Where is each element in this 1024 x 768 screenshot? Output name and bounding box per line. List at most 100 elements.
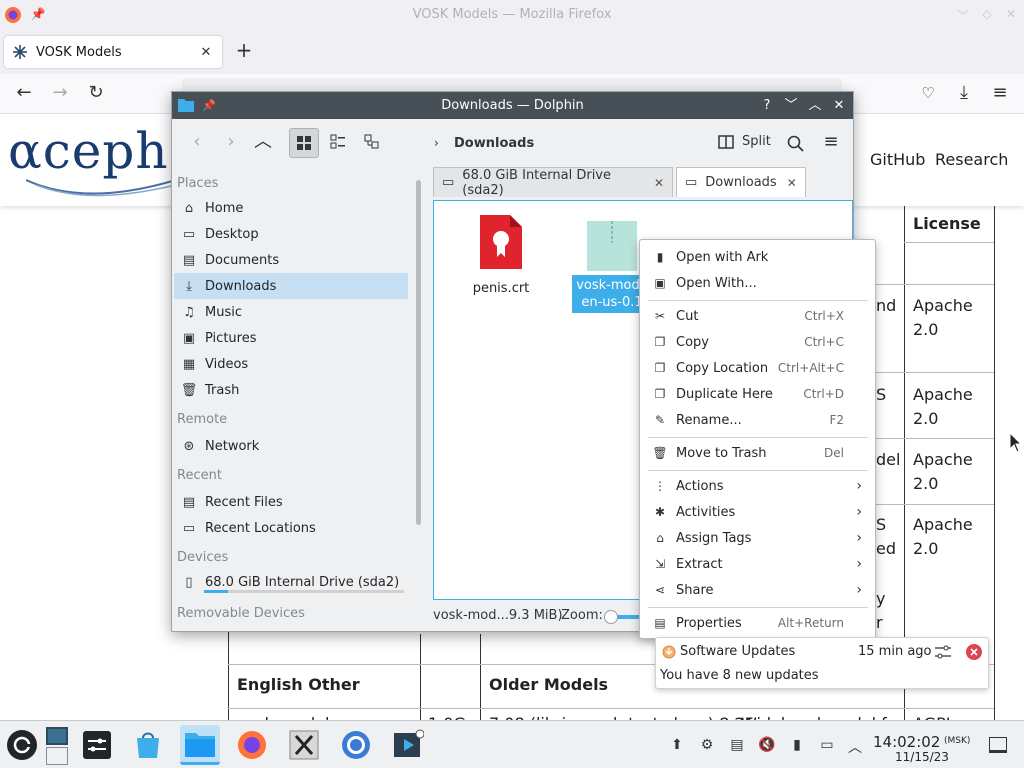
menu-item-label: Cut (676, 308, 699, 324)
license-cell: Apache 2.0 (913, 515, 973, 558)
activities-icon: ✱ (654, 505, 666, 519)
pocket-icon[interactable]: ♡ (916, 82, 940, 106)
taskbar-firefox[interactable] (232, 725, 272, 765)
sidebar-item-trash[interactable]: 🗑 Trash (174, 377, 408, 403)
music-icon: ♫ (183, 304, 195, 320)
menu-item-shortcut: Del (824, 446, 844, 460)
maximize-icon[interactable]: ︿ (806, 97, 824, 115)
taskbar-discover[interactable] (128, 725, 168, 765)
icons-view-icon[interactable] (289, 128, 319, 158)
tab-close-icon[interactable]: ✕ (196, 45, 216, 60)
reload-icon[interactable]: ↻ (84, 82, 108, 106)
tab-close-icon[interactable]: ✕ (654, 176, 664, 190)
menu-item-rename[interactable]: ✎ Rename... F2 (641, 407, 874, 433)
file-item[interactable]: penis.crt (461, 213, 541, 296)
menu-item-properties[interactable]: ▤ Properties Alt+Return (641, 610, 874, 636)
table-cell[interactable]: vosk-model-en-us- (237, 712, 385, 720)
desktop-pager-icon[interactable] (46, 747, 68, 765)
menu-item-extract[interactable]: ⇲ Extract › (641, 551, 874, 577)
menu-item-copy[interactable]: ❐ Copy Ctrl+C (641, 329, 874, 355)
tab-internal-drive[interactable]: ▭ 68.0 GiB Internal Drive (sda2) ✕ (433, 167, 673, 198)
zoom-slider-handle[interactable] (604, 610, 618, 624)
tab-downloads[interactable]: ▭ Downloads ✕ (676, 167, 806, 197)
notification-popup[interactable]: Software Updates 15 min ago You have 8 n… (655, 637, 989, 689)
dolphin-titlebar[interactable]: 📌 Downloads — Dolphin ? ﹀ ︿ ✕ (172, 92, 853, 119)
sidebar-item-desktop[interactable]: ▭ Desktop (174, 221, 408, 247)
taskbar-xterm[interactable] (284, 725, 324, 765)
nav-research-link[interactable]: Research (935, 150, 1008, 169)
taskbar-system-settings[interactable] (77, 725, 117, 765)
menu-item-copy-location[interactable]: ❐ Copy Location Ctrl+Alt+C (641, 355, 874, 381)
hamburger-menu-icon[interactable]: ≡ (816, 128, 846, 158)
taskbar-dolphin[interactable] (180, 725, 220, 765)
minimize-icon[interactable]: ﹀ (955, 7, 971, 23)
firefox-icon (238, 731, 266, 759)
close-icon[interactable]: ✕ (1003, 7, 1019, 23)
update-notifier-icon[interactable]: ⬆ (668, 737, 686, 755)
menu-item-activities[interactable]: ✱ Activities › (641, 499, 874, 525)
nav-github-link[interactable]: GitHub (870, 150, 925, 169)
close-icon[interactable]: ✕ (830, 97, 848, 115)
menu-item-share[interactable]: ⋖ Share › (641, 577, 874, 603)
drive-icon: ▯ (185, 574, 193, 590)
chevron-right-icon: › (856, 478, 862, 494)
chevron-right-icon: › (856, 582, 862, 598)
sidebar-item-music[interactable]: ♫ Music (174, 299, 408, 325)
menu-item-duplicate-here[interactable]: ❐ Duplicate Here Ctrl+D (641, 381, 874, 407)
settings-sliders-icon[interactable] (934, 643, 952, 661)
back-icon[interactable]: ← (12, 82, 36, 106)
sidebar-item-network[interactable]: ⊛ Network (174, 433, 408, 459)
places-scrollbar[interactable] (416, 180, 421, 525)
menu-icon[interactable]: ≡ (988, 82, 1012, 106)
browser-tab[interactable]: VOSK Models ✕ (4, 36, 222, 68)
maximize-icon[interactable]: ◇ (979, 7, 995, 23)
forward-icon[interactable]: › (216, 128, 246, 158)
up-icon[interactable]: ︿ (248, 128, 278, 158)
sidebar-item-downloads[interactable]: ⤓ Downloads (174, 273, 408, 299)
zoom-slider[interactable] (604, 610, 644, 624)
sidebar-item-recent-locations[interactable]: ▭ Recent Locations (174, 515, 408, 541)
menu-item-actions[interactable]: ⋮ Actions › (641, 473, 874, 499)
cut-icon: ✂ (654, 309, 666, 323)
volume-muted-icon[interactable]: 🔇 (758, 737, 776, 755)
help-icon[interactable]: ? (758, 97, 776, 115)
sidebar-item-recent-files[interactable]: ▤ Recent Files (174, 489, 408, 515)
clock-time[interactable]: 14:02:02 (873, 733, 940, 751)
menu-item-cut[interactable]: ✂ Cut Ctrl+X (641, 303, 874, 329)
taskbar-media-app[interactable] (388, 725, 428, 765)
details-view-icon[interactable] (357, 128, 387, 158)
breadcrumb[interactable]: Downloads (454, 136, 534, 151)
clipboard-icon[interactable]: ▤ (728, 737, 746, 755)
show-desktop-icon[interactable] (989, 737, 1007, 753)
expand-tray-icon[interactable]: ︿ (846, 737, 864, 756)
table-cell: del (876, 450, 901, 469)
vault-icon[interactable]: ⚙ (698, 737, 716, 755)
app-launcher-button[interactable] (2, 725, 42, 765)
forward-icon[interactable]: → (48, 82, 72, 106)
compact-view-icon[interactable] (323, 128, 353, 158)
menu-item-assign-tags[interactable]: ⌂ Assign Tags › (641, 525, 874, 551)
split-button[interactable]: Split (742, 134, 771, 149)
network-tray-icon[interactable]: ▭ (818, 737, 836, 755)
sidebar-item-documents[interactable]: ▤ Documents (174, 247, 408, 273)
downloads-icon[interactable]: ⤓ (952, 82, 976, 106)
menu-item-open-with-ark[interactable]: ▮ Open with Ark (641, 244, 874, 270)
table-border (876, 372, 994, 373)
close-icon[interactable] (965, 643, 983, 661)
sidebar-item-pictures[interactable]: ▣ Pictures (174, 325, 408, 351)
sidebar-item-home[interactable]: ⌂ Home (174, 195, 408, 221)
site-logo[interactable]: αceph (8, 122, 169, 180)
new-tab-button[interactable]: + (233, 40, 255, 62)
taskbar-chromium[interactable] (336, 725, 376, 765)
search-icon[interactable] (787, 135, 804, 152)
menu-item-open-with[interactable]: ▣ Open With... (641, 270, 874, 296)
minimize-icon[interactable]: ﹀ (782, 97, 800, 115)
tab-close-icon[interactable]: ✕ (787, 176, 797, 190)
battery-icon[interactable]: ▮ (788, 737, 806, 755)
chevron-right-icon: › (856, 556, 862, 572)
sidebar-item-videos[interactable]: ▦ Videos (174, 351, 408, 377)
desktop-pager-icon[interactable] (46, 727, 68, 745)
back-icon[interactable]: ‹ (182, 128, 212, 158)
menu-item-move-to-trash[interactable]: 🗑 Move to Trash Del (641, 440, 874, 466)
sidebar-item-label: Videos (205, 356, 249, 372)
